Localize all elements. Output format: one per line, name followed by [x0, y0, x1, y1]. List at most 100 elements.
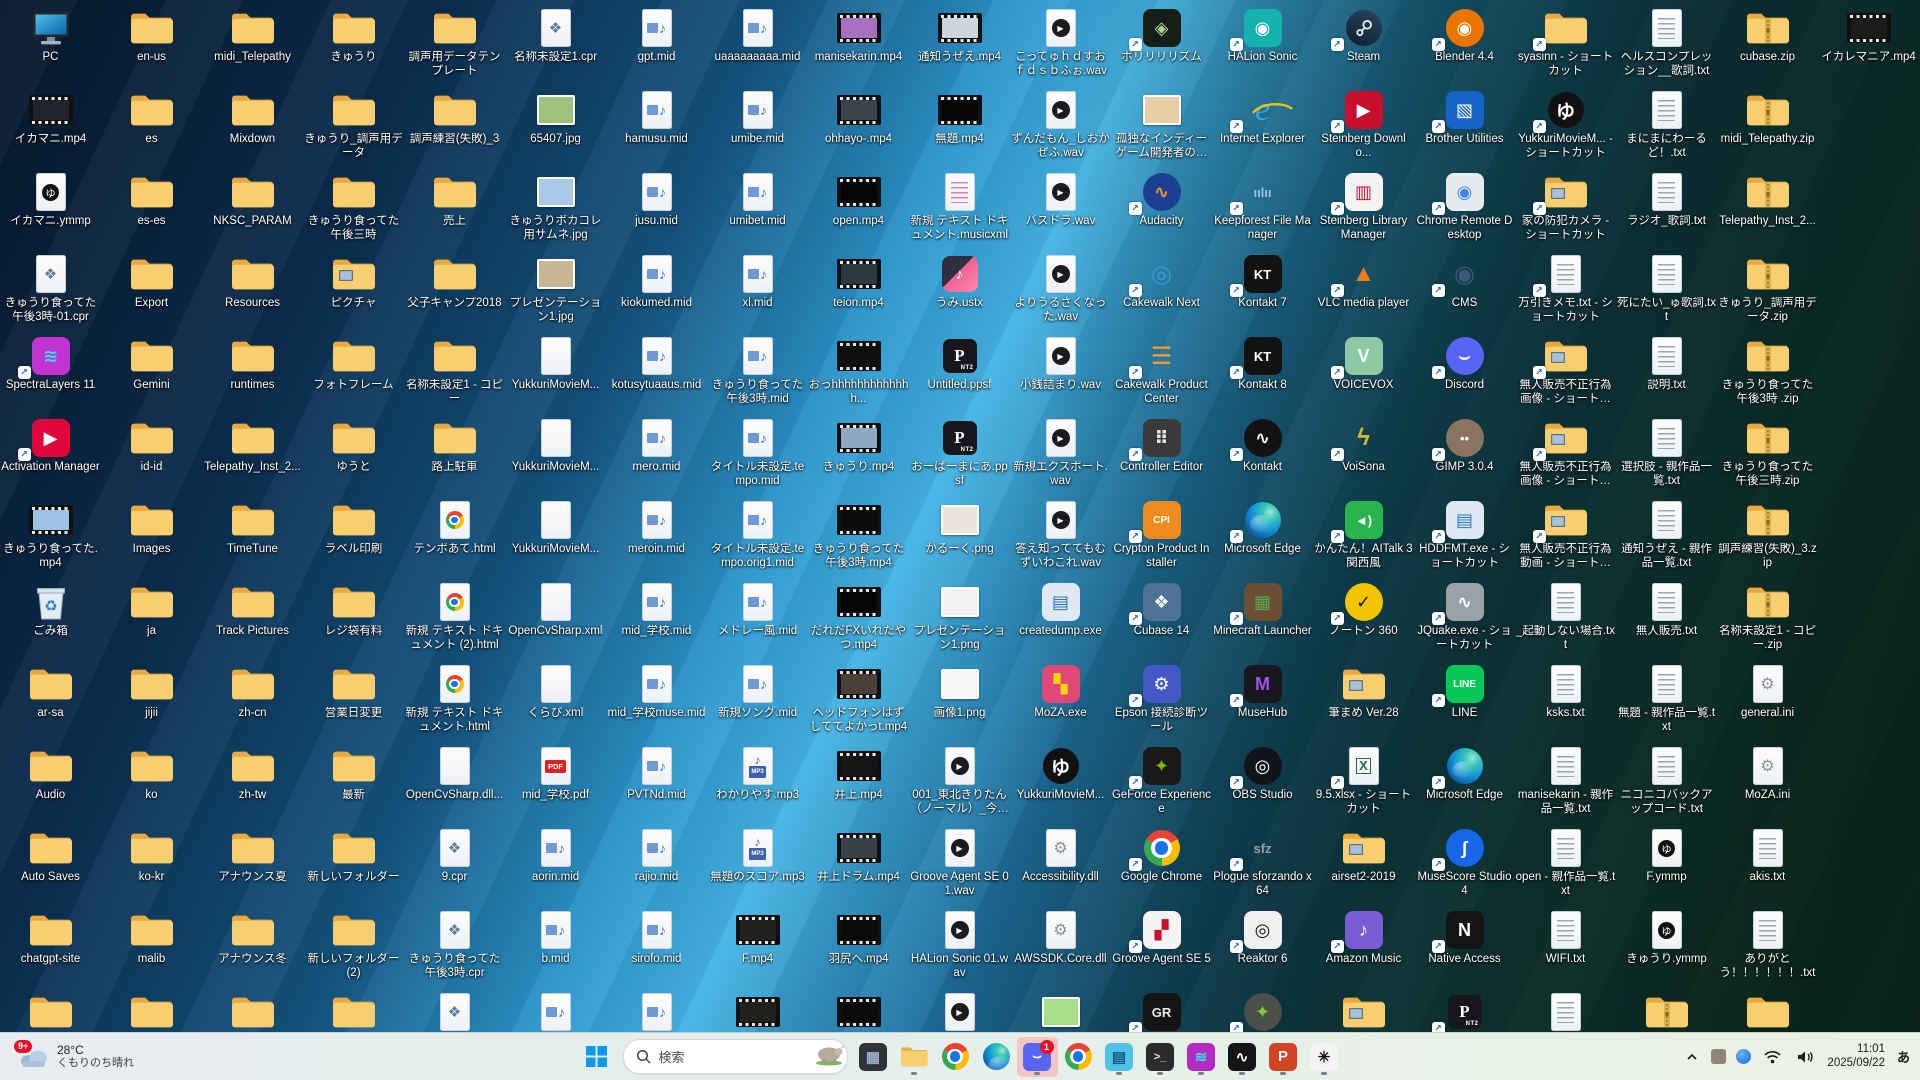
desktop-icon[interactable]: TimeTune	[202, 494, 303, 576]
desktop-icon[interactable]: ♪ MP3 わかりやす.mp3	[707, 740, 808, 822]
desktop-icon[interactable]: OpenCvSharp.xml	[505, 576, 606, 658]
desktop-icon[interactable]: ♪ jusu.mid	[606, 166, 707, 248]
desktop-icon[interactable]: ↗ 万引きメモ.txt - ショートカット	[1515, 248, 1616, 330]
taskbar-clock[interactable]: 11:01 2025/09/22	[1827, 1043, 1885, 1070]
desktop-icon[interactable]: jijii	[101, 658, 202, 740]
desktop-icon[interactable]: ↗ Microsoft Edge	[1414, 740, 1515, 822]
desktop-icon[interactable]: WIFI.txt	[1515, 904, 1616, 986]
desktop-icon[interactable]: プレゼンテーション1.jpg	[505, 248, 606, 330]
desktop-icon[interactable]: ↗無人販売不正行為動画 - ショートカット	[1515, 494, 1616, 576]
desktop-icon[interactable]: ♪ うみ.ustx	[909, 248, 1010, 330]
desktop-icon[interactable]: YukkuriMovieM...	[505, 494, 606, 576]
desktop-icon[interactable]: 営業日変更	[303, 658, 404, 740]
desktop-icon[interactable]: ▶001_東北きりたん（ノーマル）_今じゃ...	[909, 740, 1010, 822]
desktop-icon[interactable]: ♪ rajio.mid	[606, 822, 707, 904]
desktop-icon[interactable]: ☰ ↗ Cakewalk Product Center	[1111, 330, 1212, 412]
desktop-icon[interactable]: e ↗ Internet Explorer	[1212, 84, 1313, 166]
desktop-icon[interactable]: ⚙ MoZA.ini	[1717, 740, 1818, 822]
tray-weather-news-icon[interactable]	[1736, 1049, 1752, 1064]
desktop-icon[interactable]: ♪ kiokumed.mid	[606, 248, 707, 330]
desktop-icon[interactable]: airset2-2019	[1313, 822, 1414, 904]
desktop-icon[interactable]: ♪ gpt.mid	[606, 2, 707, 84]
desktop-icon[interactable]: malib	[101, 904, 202, 986]
desktop-icon[interactable]: アナウンス冬	[202, 904, 303, 986]
desktop-icon[interactable]: 65407.jpg	[505, 84, 606, 166]
desktop-icon[interactable]: Audio	[0, 740, 101, 822]
desktop-icon[interactable]: ♪ kotusytuaaus.mid	[606, 330, 707, 412]
desktop-icon[interactable]: 孤独なインディーゲーム開発者の一生 ...	[1111, 84, 1212, 166]
volume-icon[interactable]	[1794, 1047, 1817, 1067]
desktop-icon[interactable]: 調声練習(失敗)_3.zip	[1717, 494, 1818, 576]
desktop-icon[interactable]: ▶ HALion Sonic 01.wav	[909, 904, 1010, 986]
desktop-icon[interactable]: 新規 テキスト ドキュメント (2).html	[404, 576, 505, 658]
desktop-icon[interactable]: ♪ mid_学校muse.mid	[606, 658, 707, 740]
desktop-icon[interactable]: ❖ 9.cpr	[404, 822, 505, 904]
desktop-icon[interactable]: かるーく.png	[909, 494, 1010, 576]
desktop-icon[interactable]: ▞ ↗ Groove Agent SE 5	[1111, 904, 1212, 986]
desktop-icon[interactable]: ♪ meroin.mid	[606, 494, 707, 576]
desktop-icon[interactable]: open - 親作品一覧.txt	[1515, 822, 1616, 904]
desktop-icon[interactable]: Images	[101, 494, 202, 576]
ime-indicator[interactable]: あ	[1895, 1047, 1912, 1066]
taskbar-powerpoint-icon[interactable]: P	[1263, 1037, 1304, 1077]
desktop-icon[interactable]: sfz ↗ Plogue sforzando x64	[1212, 822, 1313, 904]
desktop-icon[interactable]: 名称未設定1 - コピー.zip	[1717, 576, 1818, 658]
taskbar-discord-icon[interactable]: ⌣ 1	[1016, 1036, 1058, 1077]
desktop-icon[interactable]: ⚙ Accessibility.dll	[1010, 822, 1111, 904]
desktop-icon[interactable]: 筆まめ Ver.28	[1313, 658, 1414, 740]
desktop-icon[interactable]: F.mp4	[707, 904, 808, 986]
desktop-icon[interactable]: ıılıı ↗ Keepforest File Manager	[1212, 166, 1313, 248]
desktop-icon[interactable]: P NT2 おーばーまにあ.ppsf	[909, 412, 1010, 494]
desktop-icon[interactable]: zh-cn	[202, 658, 303, 740]
desktop-icon[interactable]: ja	[101, 576, 202, 658]
desktop-icon[interactable]: ♪ タイトル未設定.tempo.mid	[707, 412, 808, 494]
desktop-icon[interactable]: ラジオ_歌詞.txt	[1616, 166, 1717, 248]
desktop-icon[interactable]: ⚙ general.ini	[1717, 658, 1818, 740]
desktop-icon[interactable]: X ↗ 9.5.xlsx - ショートカット	[1313, 740, 1414, 822]
taskbar-chrome-1-icon[interactable]	[935, 1037, 976, 1077]
desktop-icon[interactable]: 父子キャンプ2018	[404, 248, 505, 330]
desktop-icon[interactable]: プレゼンテーション1.png	[909, 576, 1010, 658]
desktop-icon[interactable]: ◉ ↗ Chrome Remote Desktop	[1414, 166, 1515, 248]
desktop-icon[interactable]: ◎ ↗ Reaktor 6	[1212, 904, 1313, 986]
desktop-icon[interactable]: ▶ Groove Agent SE 01.wav	[909, 822, 1010, 904]
desktop-icon[interactable]: ▶ バスドラ.wav	[1010, 166, 1111, 248]
desktop-icon[interactable]: ♪ MP3 無題のスコア.mp3	[707, 822, 808, 904]
desktop-icon[interactable]: 通知うぜえ.mp4	[909, 2, 1010, 84]
desktop-icon[interactable]: 羽尻へ.mp4	[808, 904, 909, 986]
desktop-icon[interactable]: Export	[101, 248, 202, 330]
search-box[interactable]: 検索	[622, 1039, 848, 1074]
desktop-icon[interactable]: 井上ドラム.mp4	[808, 822, 909, 904]
desktop-icon[interactable]: ♪ sirofo.mid	[606, 904, 707, 986]
tray-chevron-up-icon[interactable]	[1683, 1050, 1701, 1064]
desktop-icon[interactable]: M ↗ MuseHub	[1212, 658, 1313, 740]
desktop-icon[interactable]: cubase.zip	[1717, 2, 1818, 84]
desktop-icon[interactable]: 新しいフォルダー (2)	[303, 904, 404, 986]
desktop-icon[interactable]: ♪ b.mid	[505, 904, 606, 986]
desktop-icon[interactable]: ♪ xl.mid	[707, 248, 808, 330]
desktop-icon[interactable]: PC	[0, 2, 101, 84]
desktop-icon[interactable]: 井上.mp4	[808, 740, 909, 822]
desktop-icon[interactable]: ゆ F.ymmp	[1616, 822, 1717, 904]
desktop-icon[interactable]: ◎ ↗ Cakewalk Next	[1111, 248, 1212, 330]
wifi-icon[interactable]	[1761, 1047, 1784, 1067]
search-highlight-image[interactable]	[814, 1042, 844, 1071]
desktop-icon[interactable]: midi_Telepathy.zip	[1717, 84, 1818, 166]
desktop-icon[interactable]: ❖ ↗ Cubase 14	[1111, 576, 1212, 658]
desktop-icon[interactable]: ♪ mid_学校.mid	[606, 576, 707, 658]
desktop-icon[interactable]: P NT2 Untitled.ppsf	[909, 330, 1010, 412]
desktop-icon[interactable]: ラベル印刷	[303, 494, 404, 576]
desktop-icon[interactable]: manisekarin.mp4	[808, 2, 909, 84]
desktop-icon[interactable]: ▤ ↗ HDDFMT.exe - ショートカット	[1414, 494, 1515, 576]
taskbar-native-instruments-icon[interactable]: ∿	[1222, 1037, 1263, 1077]
desktop-icon[interactable]: きゅうり	[303, 2, 404, 84]
desktop-icon[interactable]: Gemini	[101, 330, 202, 412]
desktop-icon[interactable]: きゅうり食ってた午後3時 .zip	[1717, 330, 1818, 412]
desktop-icon[interactable]: くらび.xml	[505, 658, 606, 740]
desktop-icon[interactable]: ❖ きゅうり食ってた午後3時-01.cpr	[0, 248, 101, 330]
taskbar-edge-icon[interactable]	[976, 1037, 1017, 1077]
desktop-icon[interactable]: ゆ YukkuriMovieM...	[1010, 740, 1111, 822]
desktop-icon[interactable]: akis.txt	[1717, 822, 1818, 904]
desktop-icon[interactable]: きゅうり_調声用データ.zip	[1717, 248, 1818, 330]
desktop-icon[interactable]: ↗ Microsoft Edge	[1212, 494, 1313, 576]
